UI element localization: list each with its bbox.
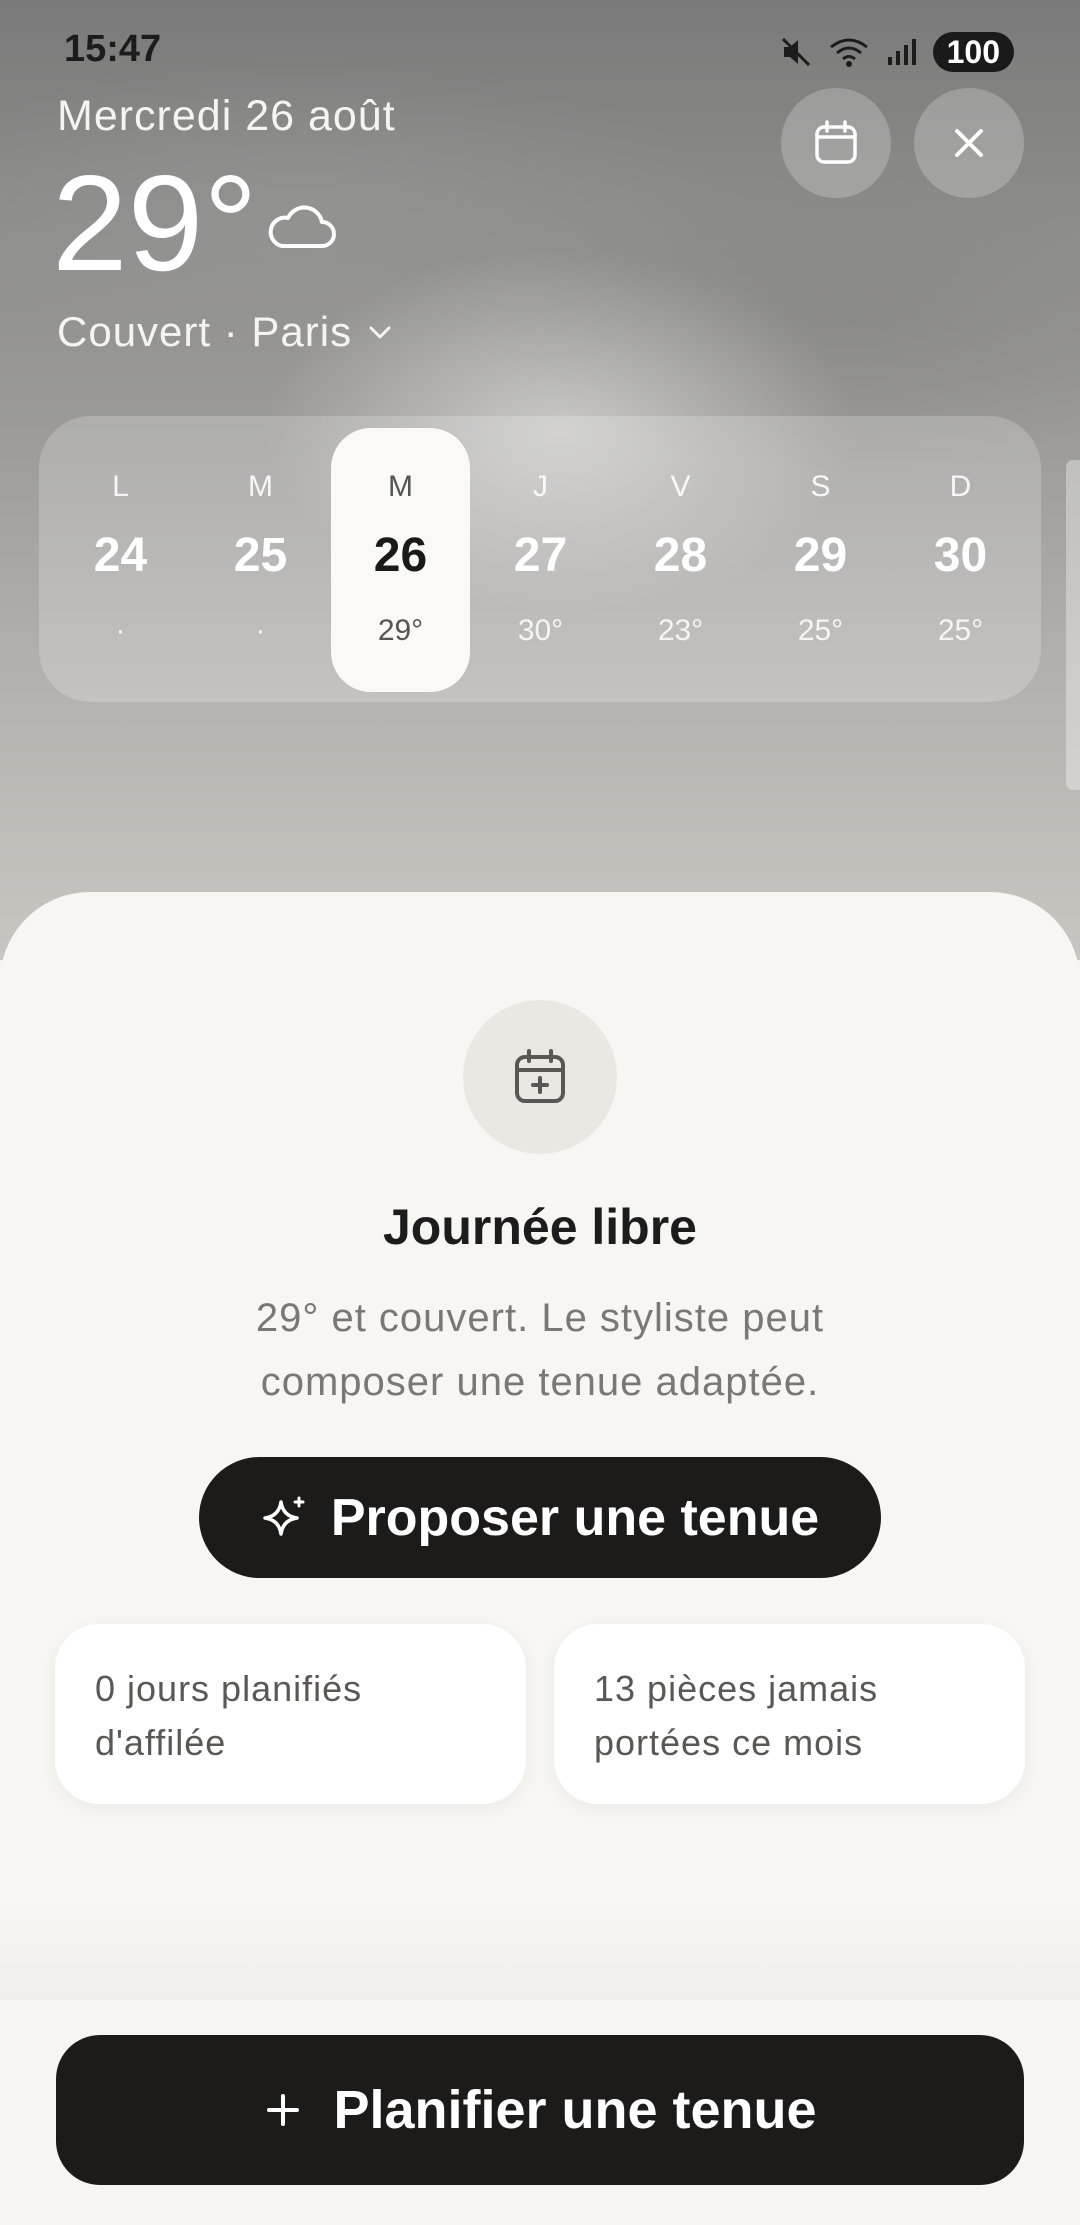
day-temperature: ·: [255, 614, 266, 647]
day-of-week: D: [949, 470, 972, 503]
current-date: Mercredi 26 août: [57, 92, 396, 140]
sheet-description: 29° et couvert. Le styliste peut compose…: [255, 1296, 825, 1404]
day-cell-30[interactable]: D 30 25°: [891, 428, 1030, 692]
day-cell-24[interactable]: L 24 ·: [51, 428, 190, 692]
cloud-icon: [268, 205, 336, 248]
day-cell-26-selected[interactable]: M 26 29°: [331, 428, 470, 692]
close-button[interactable]: [914, 88, 1024, 198]
day-number: 25: [233, 529, 288, 582]
calendar-plus-icon: [515, 1049, 565, 1103]
chevron-down-icon: [369, 326, 391, 339]
day-of-week: V: [670, 470, 691, 503]
close-icon: [955, 129, 983, 157]
week-day-selector: L 24 · M 25 · M 26 29° J 27 30° V 28 23°…: [39, 416, 1041, 702]
sheet-title: Journée libre: [383, 1199, 697, 1255]
current-temperature: 29°: [52, 147, 258, 299]
day-of-week: L: [112, 470, 129, 503]
day-number: 26: [373, 529, 428, 582]
propose-outfit-button[interactable]: Proposer une tenue: [199, 1457, 881, 1578]
stat-card-streak: 0 jours planifiés d'affilée: [55, 1624, 526, 1804]
day-number: 30: [933, 529, 988, 582]
day-of-week: J: [533, 470, 548, 503]
day-temperature: ·: [115, 614, 126, 647]
day-cell-28[interactable]: V 28 23°: [611, 428, 750, 692]
day-temperature: 25°: [937, 614, 984, 647]
propose-outfit-label: Proposer une tenue: [330, 1488, 820, 1547]
plan-outfit-button[interactable]: Planifier une tenue: [56, 2035, 1024, 2185]
scroll-edge-indicator: [1066, 460, 1080, 790]
sparkle-icon: [263, 1496, 305, 1536]
calendar-icon: [815, 120, 857, 164]
day-number: 28: [653, 529, 708, 582]
wifi-icon: [829, 38, 868, 67]
calendar-button[interactable]: [781, 88, 891, 198]
location-selector[interactable]: Couvert · Paris: [57, 308, 394, 356]
stat-unworn-text: 13 pièces jamais portées ce mois: [594, 1668, 879, 1763]
status-icons: 100: [779, 30, 1014, 74]
mute-icon: [781, 37, 810, 67]
day-of-week: M: [388, 470, 413, 503]
day-temperature: 23°: [657, 614, 704, 647]
day-of-week: M: [248, 470, 273, 503]
day-cell-27[interactable]: J 27 30°: [471, 428, 610, 692]
plus-icon: [267, 2094, 300, 2126]
day-temperature: 25°: [797, 614, 844, 647]
battery-indicator: 100: [932, 32, 1014, 72]
stat-card-unworn: 13 pièces jamais portées ce mois: [554, 1624, 1025, 1804]
empty-day-icon-badge: [463, 1000, 617, 1154]
day-temperature: 29°: [377, 614, 424, 647]
day-temperature: 30°: [517, 614, 564, 647]
bottom-fade: [0, 1900, 1080, 2000]
signal-icon: [887, 39, 916, 65]
day-number: 29: [793, 529, 848, 582]
status-time: 15:47: [64, 28, 162, 70]
plan-outfit-label: Planifier une tenue: [333, 2080, 817, 2140]
stat-streak-text: 0 jours planifiés d'affilée: [95, 1668, 363, 1763]
day-of-week: S: [810, 470, 831, 503]
day-cell-29[interactable]: S 29 25°: [751, 428, 890, 692]
day-number: 27: [513, 529, 568, 582]
day-number: 24: [93, 529, 148, 582]
condition-location-label: Couvert · Paris: [57, 308, 353, 355]
day-cell-25[interactable]: M 25 ·: [191, 428, 330, 692]
status-bar: 15:47 100: [0, 0, 1080, 100]
